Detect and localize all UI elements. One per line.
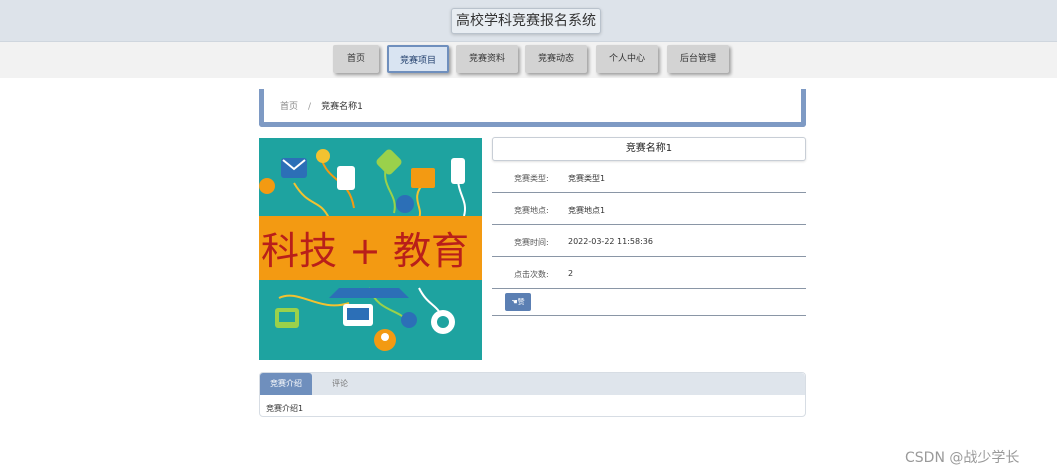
info-row-location: 竞赛地点: 竞赛地点1 — [492, 193, 806, 225]
nav-item-materials[interactable]: 竞赛资料 — [456, 45, 518, 73]
breadcrumb-home[interactable]: 首页 — [280, 102, 298, 112]
info-key: 竞赛地点: — [514, 206, 549, 215]
like-button[interactable]: ☚赞 — [505, 293, 531, 311]
breadcrumb-separator: / — [308, 102, 312, 112]
like-button-label: 赞 — [517, 298, 525, 306]
breadcrumb-current: 竞赛名称1 — [321, 102, 363, 112]
main-nav: 首页 竞赛项目 竞赛资料 竞赛动态 个人中心 后台管理 — [0, 42, 1057, 78]
tech-education-illustration: 科技 + 教育 — [259, 138, 482, 360]
nav-item-admin[interactable]: 后台管理 — [667, 45, 729, 73]
info-value: 竞赛地点1 — [568, 206, 606, 215]
nav-item-home[interactable]: 首页 — [333, 45, 379, 73]
nav-item-competitions[interactable]: 竞赛项目 — [387, 45, 449, 73]
info-key: 竞赛类型: — [514, 174, 549, 183]
tab-content: 竞赛介绍1 — [266, 404, 304, 413]
tab-comments[interactable]: 评论 — [320, 373, 360, 395]
competition-title: 竞赛名称1 — [492, 137, 806, 161]
banner-text: 科技 + 教育 — [261, 229, 469, 273]
tabs-header: 竞赛介绍 评论 — [260, 373, 805, 395]
nav-item-profile[interactable]: 个人中心 — [596, 45, 658, 73]
site-title: 高校学科竞赛报名系统 — [451, 8, 601, 34]
info-value: 2022-03-22 11:58:36 — [568, 237, 653, 246]
tab-introduction[interactable]: 竞赛介绍 — [260, 373, 312, 395]
info-row-clicks: 点击次数: 2 — [492, 257, 806, 289]
info-row-time: 竞赛时间: 2022-03-22 11:58:36 — [492, 225, 806, 257]
breadcrumb: 首页 / 竞赛名称1 — [259, 89, 806, 127]
info-row-type: 竞赛类型: 竞赛类型1 — [492, 161, 806, 193]
watermark: CSDN @战少学长 — [905, 450, 1020, 466]
competition-image: 科技 + 教育 — [259, 138, 482, 360]
info-value: 竞赛类型1 — [568, 174, 606, 183]
nav-item-news[interactable]: 竞赛动态 — [525, 45, 587, 73]
info-key: 点击次数: — [514, 270, 549, 279]
info-key: 竞赛时间: — [514, 238, 549, 247]
detail-tabs: 竞赛介绍 评论 竞赛介绍1 — [259, 372, 806, 417]
top-header: 高校学科竞赛报名系统 — [0, 0, 1057, 42]
info-value: 2 — [568, 269, 574, 278]
like-row: ☚赞 — [492, 288, 806, 316]
